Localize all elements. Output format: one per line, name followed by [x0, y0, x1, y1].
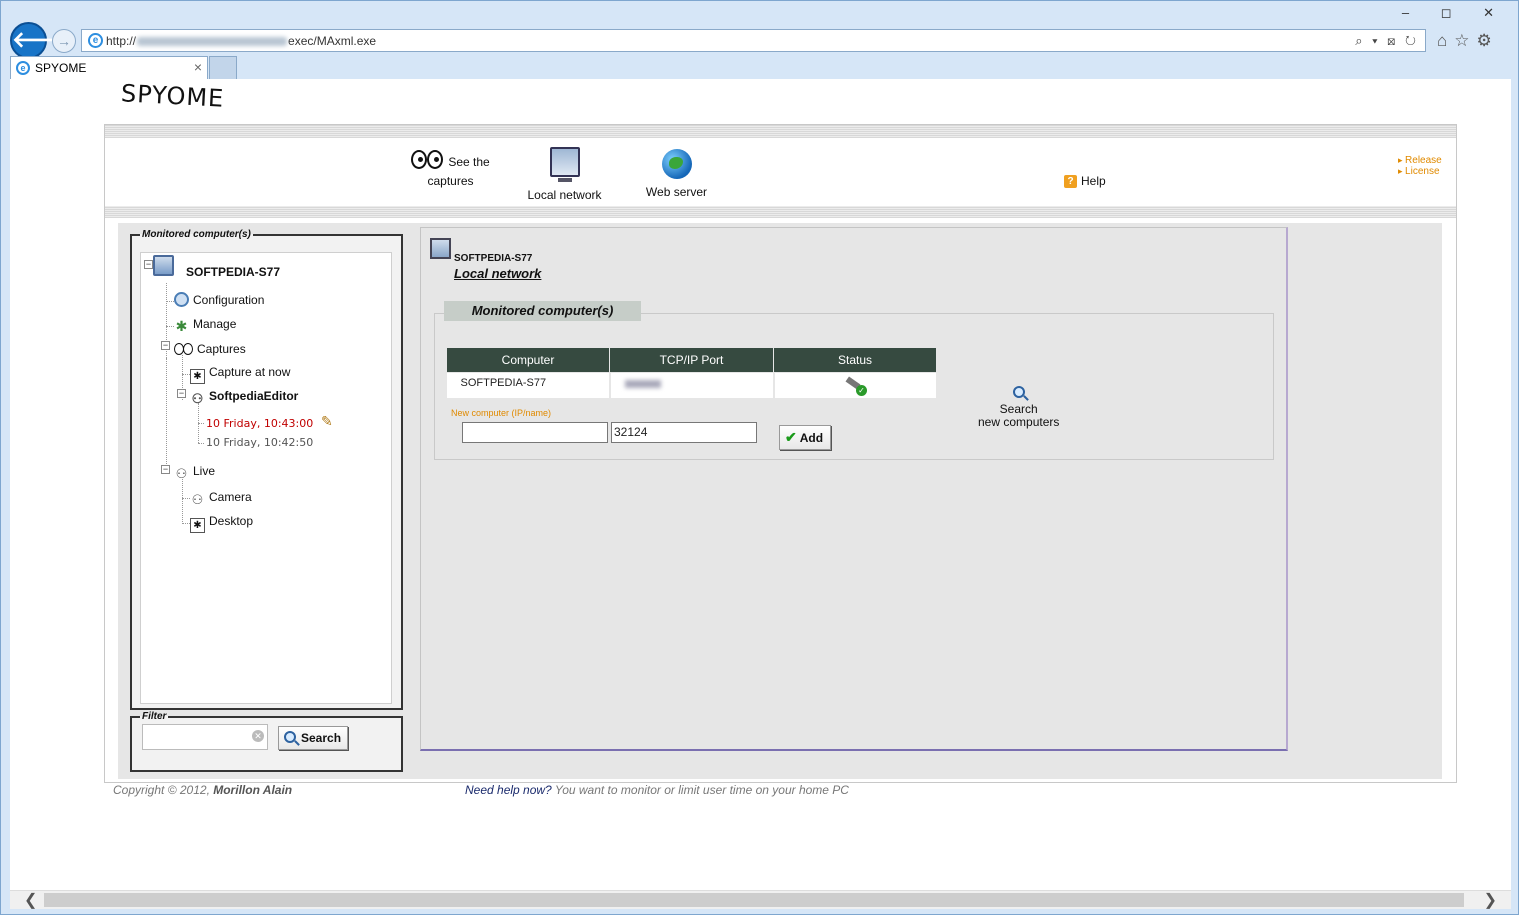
page-subtitle[interactable]: Local network [454, 266, 541, 281]
nav-web-server[interactable]: Web server [634, 149, 719, 199]
monitored-computers-box: Monitored computer(s) − SOFTPEDIA-S77 Co… [130, 229, 403, 710]
tree-item-captures[interactable]: Captures [174, 341, 246, 356]
scroll-thumb[interactable] [44, 893, 1464, 907]
tree-collapse-live[interactable]: − [161, 465, 170, 474]
tab-title: SPYOME [35, 61, 87, 75]
new-computer-input[interactable] [462, 422, 608, 443]
camera-icon: ⚇ [191, 492, 204, 507]
tab-spyome[interactable]: e SPYOME × [10, 56, 208, 79]
section-title: Monitored computer(s) [444, 301, 641, 321]
computer-name: SOFTPEDIA-S77 [454, 253, 533, 264]
cell-status [773, 372, 938, 398]
filter-input[interactable]: ✕ [142, 724, 268, 750]
spyome-logo: SPYOME [120, 79, 225, 113]
network-computer-icon [549, 147, 580, 182]
header-stripe-bottom [105, 206, 1456, 218]
monitored-legend: Monitored computer(s) [142, 229, 251, 240]
help-icon: ? [1064, 175, 1077, 188]
tree-item-desktop[interactable]: ✱ Desktop [190, 514, 253, 533]
help-link[interactable]: ? Help [1064, 174, 1106, 188]
search-new-computers[interactable]: Search new computers [978, 386, 1059, 429]
port-input[interactable]: 32124 [611, 422, 757, 443]
eyes-icon [411, 149, 445, 169]
main-panel: SOFTPEDIA-S77 Local network Monitored co… [420, 227, 1288, 751]
tree-item-camera[interactable]: ⚇ Camera [190, 490, 252, 507]
header-stripe [105, 125, 1456, 138]
wand-icon: ✎ [321, 413, 333, 429]
tree-item-capture-2[interactable]: 10 Friday, 10:42:50 [206, 436, 313, 449]
search-icon [284, 731, 296, 743]
tree-collapse-captures[interactable]: − [161, 341, 170, 350]
scroll-left-icon[interactable]: ❮ [24, 890, 37, 910]
filter-box: Filter ✕ Search [130, 711, 403, 772]
copyright: Copyright © 2012, Morillon Alain [113, 783, 293, 797]
filter-legend: Filter [142, 711, 167, 722]
horizontal-scrollbar[interactable]: ❮ ❯ [10, 890, 1511, 909]
computer-tree: − SOFTPEDIA-S77 Configuration ✱ Manage − … [140, 252, 392, 704]
browser-window: 🡐 → e http://exec/MAxml.exe ⌕ ▾ ⊠ ↻ ⌂☆⚙ … [0, 0, 1519, 915]
connected-status-icon [846, 377, 867, 396]
tree-item-manage[interactable]: ✱ Manage [174, 317, 237, 334]
col-port: TCP/IP Port [609, 347, 774, 373]
back-arrow-icon[interactable]: 🡐 [10, 22, 71, 59]
cell-port [609, 372, 775, 398]
col-status: Status [773, 347, 937, 373]
tree-item-configuration[interactable]: Configuration [174, 292, 264, 307]
tree-item-live[interactable]: ⚇ Live [174, 464, 215, 481]
ie-logo-icon: e [88, 33, 103, 48]
manage-icon: ✱ [175, 318, 188, 334]
footer-help: Need help now? You want to monitor or li… [465, 783, 849, 797]
right-links: Release License [1398, 155, 1442, 177]
page-viewport: SPYOME See the captures Local network We… [10, 79, 1511, 890]
eyes-icon [174, 341, 193, 356]
need-help-link[interactable]: Need help now? [465, 783, 552, 797]
add-button[interactable]: ✔ Add [779, 425, 831, 450]
search-icon [1012, 386, 1025, 398]
tree-collapse-user[interactable]: − [177, 389, 186, 398]
address-bar[interactable]: e http://exec/MAxml.exe ⌕ ▾ ⊠ ↻ [81, 29, 1426, 52]
nav-see-captures[interactable]: See the captures [411, 149, 496, 188]
home-favorites-settings-icons[interactable]: ⌂☆⚙ [1437, 31, 1499, 51]
table-row[interactable]: SOFTPEDIA-S77 [446, 372, 938, 398]
desktop-icon: ✱ [190, 518, 205, 533]
tree-item-capture-now[interactable]: ✱ Capture at now [190, 365, 290, 384]
address-tools-icons[interactable]: ⌕ ▾ ⊠ ↻ [1355, 33, 1419, 49]
capture-icon: ✱ [190, 369, 205, 384]
ie-tab-icon: e [16, 61, 30, 75]
filter-search-button[interactable]: Search [278, 726, 348, 750]
tree-root-computer[interactable]: SOFTPEDIA-S77 [153, 255, 280, 279]
window-controls[interactable]: ‒ ◻ ✕ [1402, 5, 1508, 21]
tab-close-icon[interactable]: × [194, 59, 202, 75]
clear-icon[interactable]: ✕ [252, 730, 264, 742]
computer-icon [153, 255, 174, 276]
address-url[interactable]: http://exec/MAxml.exe [106, 34, 376, 48]
license-link[interactable]: License [1398, 166, 1442, 177]
globe-icon [661, 149, 692, 179]
tree-item-capture-1[interactable]: 10 Friday, 10:43:00 [206, 417, 313, 430]
new-tab-button[interactable] [209, 56, 237, 79]
tree-collapse-root[interactable]: − [144, 260, 153, 269]
scroll-right-icon[interactable]: ❯ [1484, 890, 1497, 910]
col-computer: Computer [446, 347, 610, 373]
new-computer-label: New computer (IP/name) [451, 408, 552, 418]
network-computer-icon [430, 238, 451, 259]
checkmark-icon: ✔ [785, 429, 797, 445]
forward-arrow-icon[interactable]: → [52, 29, 76, 53]
nav-local-network[interactable]: Local network [522, 147, 607, 202]
tree-item-user[interactable]: ⚇ SoftpediaEditor [190, 389, 299, 406]
cell-computer: SOFTPEDIA-S77 [446, 372, 611, 398]
gear-icon [174, 292, 189, 307]
computers-table: Computer TCP/IP Port Status SOFTPEDIA-S7… [446, 347, 938, 398]
release-link[interactable]: Release [1398, 155, 1442, 166]
